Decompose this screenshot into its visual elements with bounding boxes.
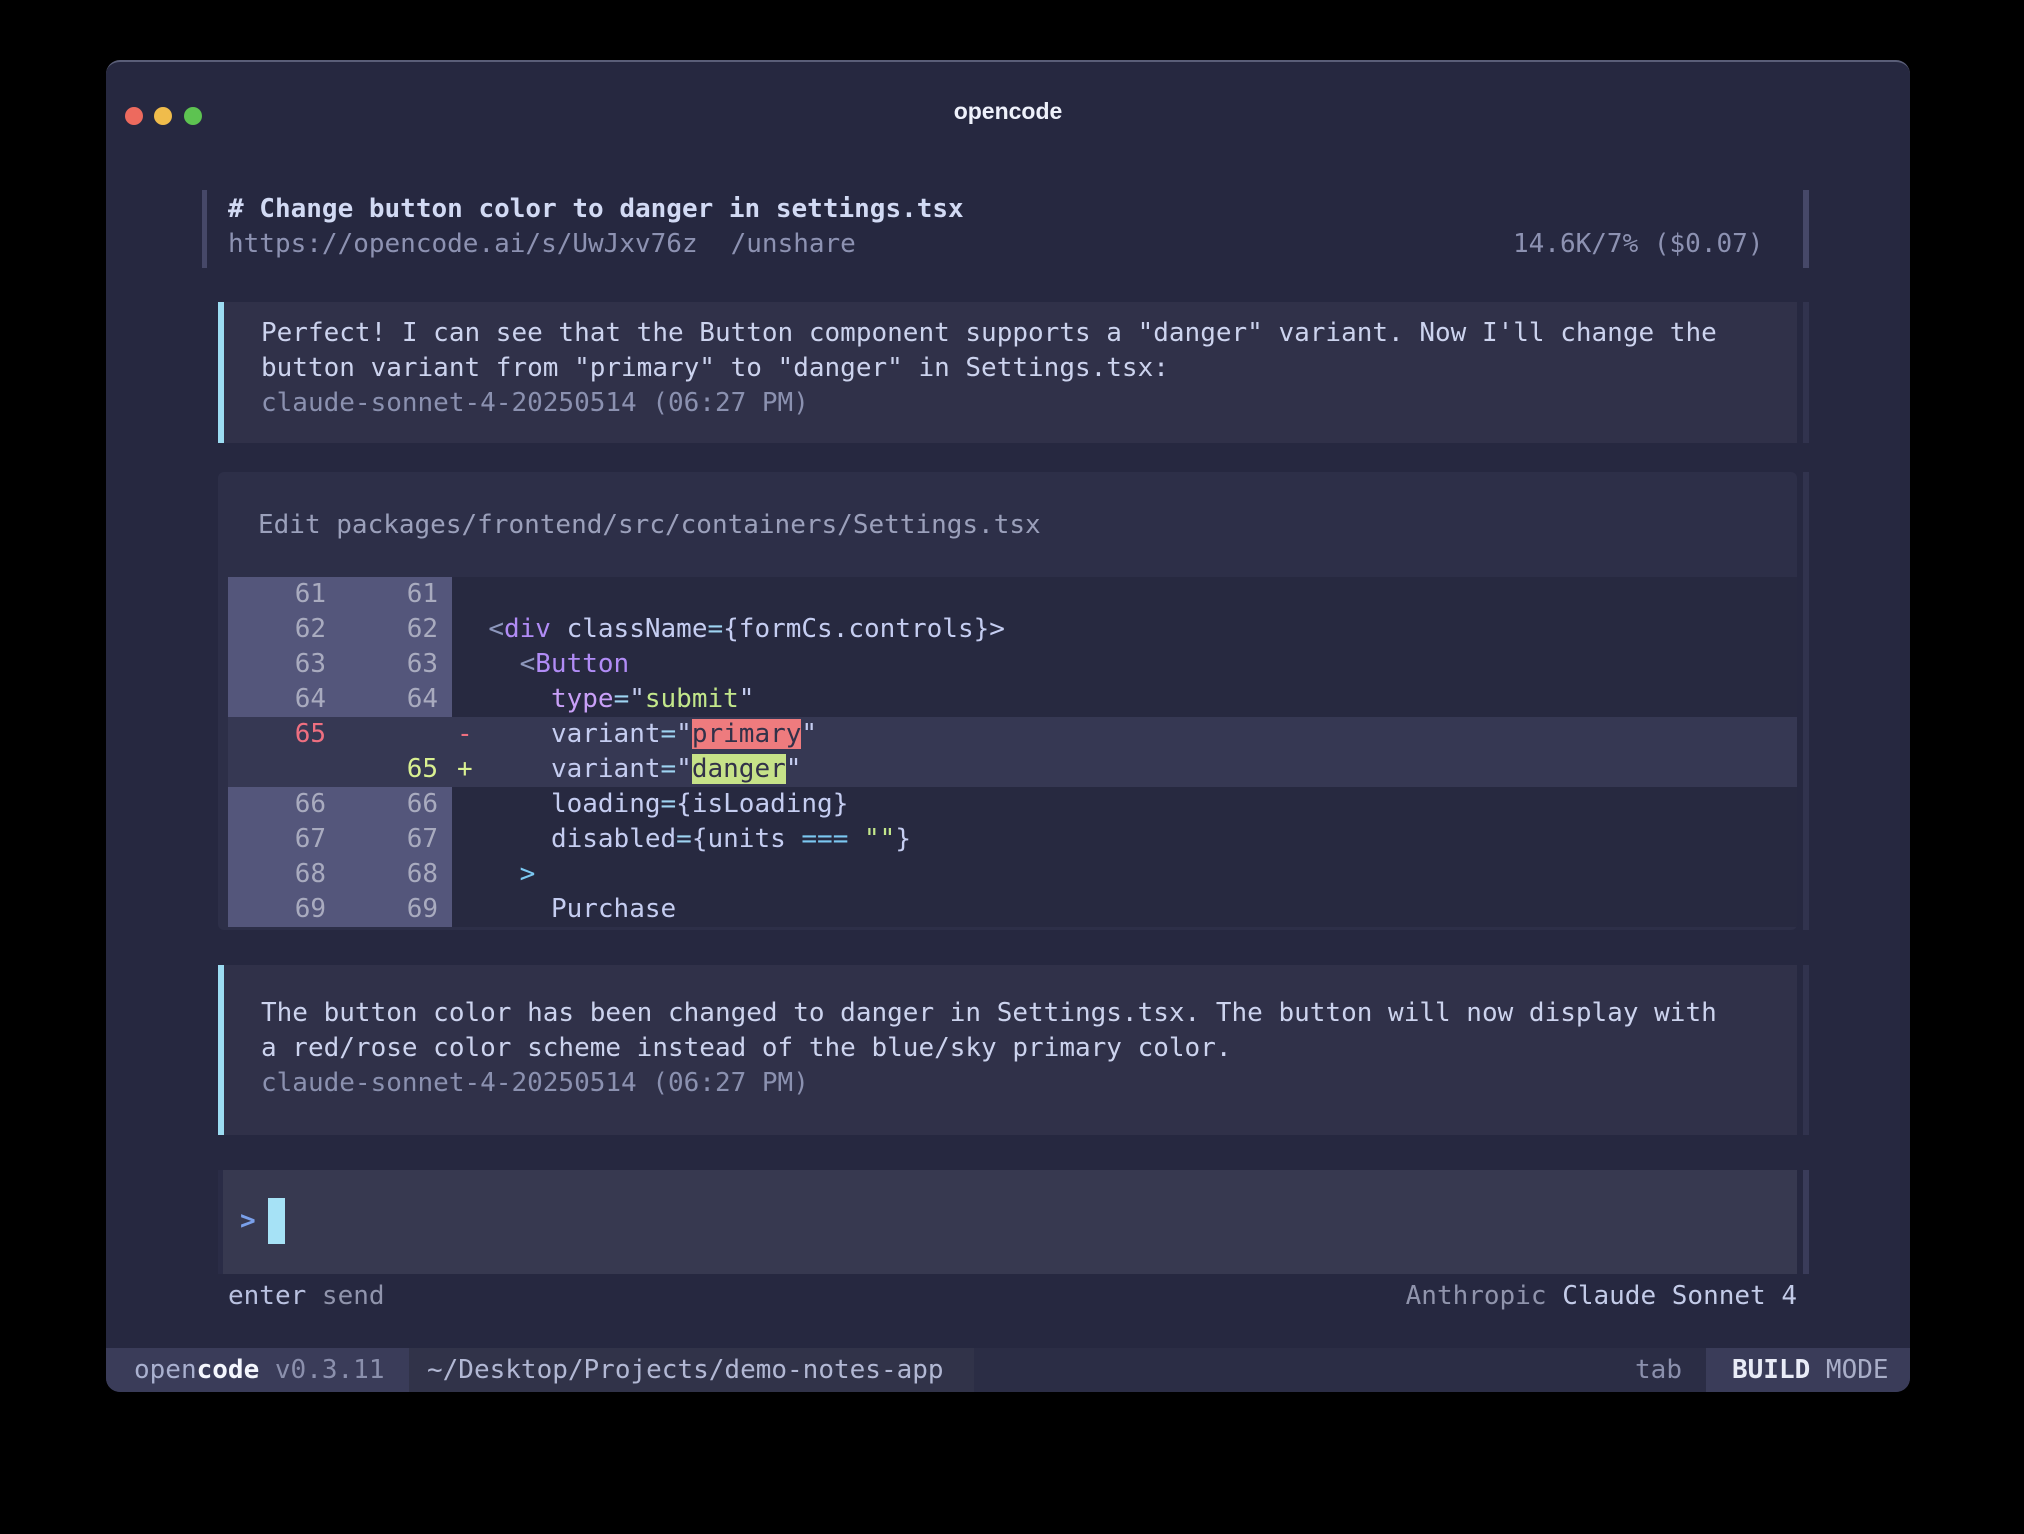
mode-label: BUILD MODE [1732,1348,1889,1392]
diff-marker [457,614,488,644]
diff-new-line-number: 65 [340,752,452,787]
edit-tool-title: Edit packages/frontend/src/containers/Se… [258,508,1041,543]
diff-code-line: - variant="primary" [452,717,1797,752]
diff-row: 65+ variant="danger" [228,752,1797,787]
diff-marker [457,859,488,889]
diff-row: 6969 Purchase [228,892,1797,927]
diff-row: 6868 > [228,857,1797,892]
diff-marker [457,579,488,609]
diff-row: 6262 <div className={formCs.controls}> [228,612,1797,647]
prompt-symbol: > [240,1204,256,1239]
diff-new-line-number: 68 [340,857,452,892]
diff-new-line-number: 66 [340,787,452,822]
opencode-window: opencode # Change button color to danger… [106,60,1910,1392]
diff-old-line-number: 63 [228,647,340,682]
assistant-message: Perfect! I can see that the Button compo… [218,302,1797,443]
diff-row: 6767 disabled={units === ""} [228,822,1797,857]
app-version-number: v0.3.11 [259,1355,384,1385]
diff-old-line-number: 68 [228,857,340,892]
diff-code-line: disabled={units === ""} [452,822,1797,857]
diff-marker [457,684,488,714]
diff-row: 65 - variant="primary" [228,717,1797,752]
send-hint-key: enter [228,1281,306,1311]
session-header-right-bar [1803,190,1809,268]
status-bar: opencode v0.3.11 ~/Desktop/Projects/demo… [106,1348,1910,1392]
diff-old-line-number: 61 [228,577,340,612]
diff-row: 6363 <Button [228,647,1797,682]
working-directory: ~/Desktop/Projects/demo-notes-app [427,1348,944,1392]
prompt-input[interactable]: > [218,1170,1797,1274]
message-line: a red/rose color scheme instead of the b… [261,1031,1797,1066]
cwd-segment: ~/Desktop/Projects/demo-notes-app [409,1348,974,1392]
text-cursor [268,1198,285,1244]
diff-old-line-number: 69 [228,892,340,927]
scroll-track [1803,1170,1809,1274]
session-header-left-bar [202,190,207,268]
tab-key-hint: tab [1635,1348,1682,1392]
diff-marker [457,824,488,854]
diff-code-line: type="submit" [452,682,1797,717]
window-title: opencode [106,98,1910,125]
diff-new-line-number [340,717,452,752]
diff-old-line-number: 67 [228,822,340,857]
unshare-command[interactable]: /unshare [731,229,856,259]
edit-tool-block: Edit packages/frontend/src/containers/Se… [218,472,1797,930]
diff-marker: - [457,719,488,749]
diff-old-line-number: 62 [228,612,340,647]
diff-marker [457,789,488,819]
diff-code-line: Purchase [452,892,1797,927]
diff-code-line: > [452,857,1797,892]
diff-old-line-number: 66 [228,787,340,822]
diff-old-line-number: 65 [228,717,340,752]
share-url[interactable]: https://opencode.ai/s/UwJxv76z [228,229,698,259]
context-usage-stats: 14.6K/7% ($0.07) [1513,227,1763,262]
diff-new-line-number: 69 [340,892,452,927]
app-name-bold: code [197,1355,260,1385]
diff-new-line-number: 67 [340,822,452,857]
scroll-track [1803,472,1809,930]
mode-label-bold: BUILD [1732,1355,1810,1385]
diff-row: 6666 loading={isLoading} [228,787,1797,822]
diff-code-line [452,577,1797,612]
prompt-input-edge [218,1170,223,1274]
session-title: # Change button color to danger in setti… [228,192,964,227]
diff-code-line: <Button [452,647,1797,682]
diff-old-line-number: 64 [228,682,340,717]
provider-label: Anthropic [1406,1281,1563,1311]
send-hint: enter send [228,1279,385,1314]
model-label: Claude Sonnet 4 [1562,1281,1797,1311]
message-line: Perfect! I can see that the Button compo… [261,316,1797,351]
diff-code-line: <div className={formCs.controls}> [452,612,1797,647]
message-meta: claude-sonnet-4-20250514 (06:27 PM) [261,1066,1797,1101]
diff-row: 6464 type="submit" [228,682,1797,717]
scroll-track [1803,302,1809,443]
diff-row: 6161 [228,577,1797,612]
assistant-message: The button color has been changed to dan… [218,965,1797,1135]
diff-new-line-number: 61 [340,577,452,612]
diff-new-line-number: 62 [340,612,452,647]
diff-new-line-number: 63 [340,647,452,682]
mode-toggle[interactable]: BUILD MODE [1706,1348,1910,1392]
diff-old-line-number [228,752,340,787]
diff-new-line-number: 64 [340,682,452,717]
diff-code-line: loading={isLoading} [452,787,1797,822]
send-hint-action: send [306,1281,384,1311]
app-version-segment: opencode v0.3.11 [106,1348,409,1392]
screen: opencode # Change button color to danger… [0,0,2024,1534]
diff-marker [457,649,488,679]
model-indicator: Anthropic Claude Sonnet 4 [1406,1279,1797,1314]
diff-code-line: + variant="danger" [452,752,1797,787]
message-line: button variant from "primary" to "danger… [261,351,1797,386]
message-meta: claude-sonnet-4-20250514 (06:27 PM) [261,386,1797,421]
session-subline: https://opencode.ai/s/UwJxv76z/unshare [228,227,856,262]
diff-rows: 6161 6262 <div className={formCs.control… [228,577,1797,927]
diff-marker: + [457,754,488,784]
message-line: The button color has been changed to dan… [261,996,1797,1031]
scroll-track [1803,965,1809,1135]
app-version: opencode v0.3.11 [134,1348,384,1392]
diff-marker [457,894,488,924]
